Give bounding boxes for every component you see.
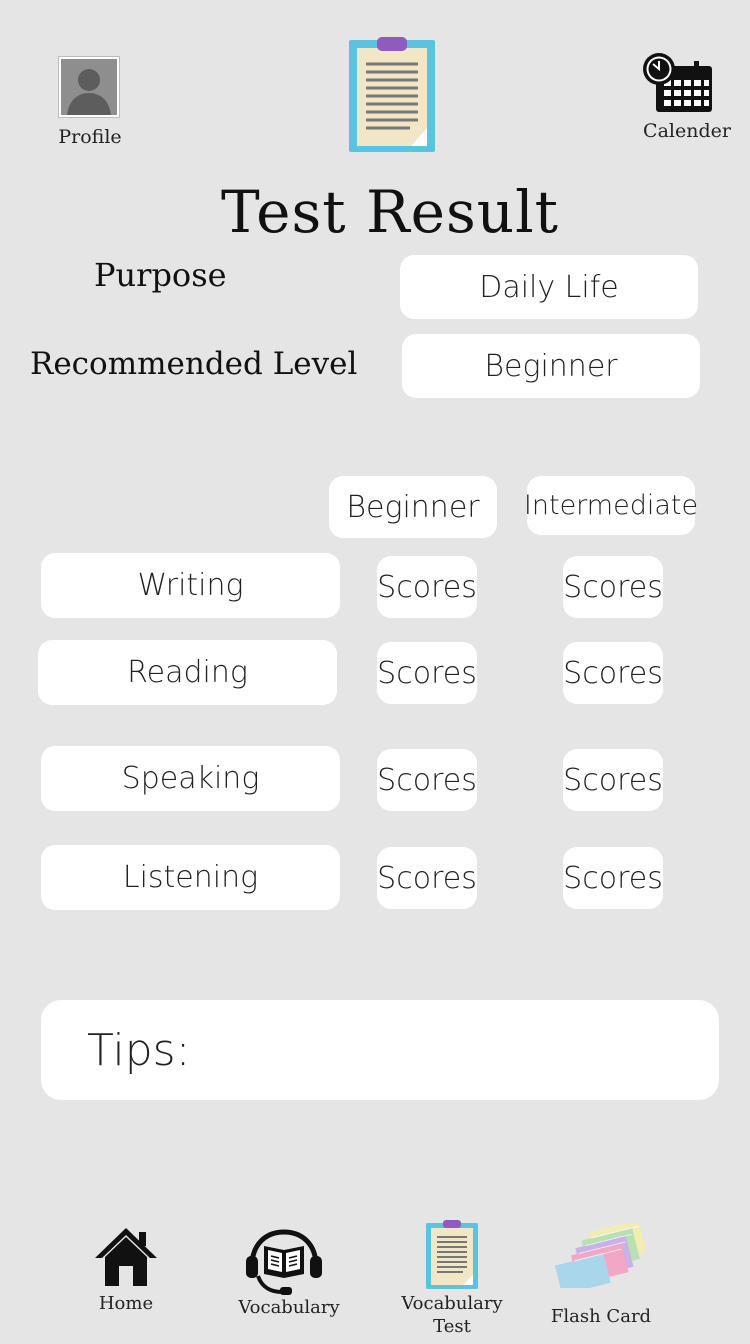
tips-label: Tips: <box>87 1024 191 1076</box>
calendar-label: Calender <box>643 120 731 142</box>
skill-writing: Writing <box>41 553 340 618</box>
page-title: Test Result <box>221 178 559 246</box>
calendar-button[interactable]: Calender <box>640 52 734 148</box>
score-reading-intermediate: Scores <box>563 642 663 704</box>
calendar-icon <box>643 53 712 112</box>
score-speaking-intermediate: Scores <box>563 749 663 811</box>
nav-item-home[interactable]: Home <box>86 1222 166 1322</box>
profile-button[interactable]: Profile <box>52 56 128 156</box>
nav-flash-card-label: Flash Card <box>550 1306 652 1327</box>
nav-home-label: Home <box>98 1293 154 1314</box>
column-header-intermediate: Intermediate <box>524 476 698 535</box>
profile-label: Profile <box>58 126 122 148</box>
audiobook-headset-icon <box>246 1229 322 1295</box>
nav-item-flash-card[interactable]: Flash Card <box>546 1224 656 1334</box>
score-reading-beginner: Scores <box>377 642 477 704</box>
nav-vocabulary-test-label: Vocabulary Test <box>401 1293 503 1337</box>
tips-box: Tips: <box>41 1000 719 1100</box>
avatar <box>58 56 120 118</box>
skill-listening: Listening <box>41 845 340 910</box>
skill-reading: Reading <box>38 640 337 705</box>
score-writing-intermediate: Scores <box>563 556 663 618</box>
score-writing-beginner: Scores <box>377 556 477 618</box>
flash-cards-icon <box>554 1224 647 1288</box>
clipboard-icon <box>426 1220 478 1289</box>
score-listening-beginner: Scores <box>377 847 477 909</box>
nav-item-vocabulary-test[interactable]: Vocabulary Test <box>396 1220 508 1340</box>
nav-item-vocabulary[interactable]: Vocabulary <box>234 1226 344 1326</box>
column-header-beginner: Beginner <box>329 476 497 538</box>
home-icon <box>95 1228 157 1286</box>
score-listening-intermediate: Scores <box>563 847 663 909</box>
score-speaking-beginner: Scores <box>377 749 477 811</box>
nav-vocabulary-label: Vocabulary <box>238 1297 340 1318</box>
purpose-value: Daily Life <box>400 255 698 319</box>
recommended-level-value: Beginner <box>402 334 700 398</box>
user-silhouette-icon <box>61 59 117 115</box>
purpose-label: Purpose <box>94 256 227 294</box>
header-clipboard-icon <box>348 36 438 154</box>
recommended-level-label: Recommended Level <box>30 346 358 382</box>
skill-speaking: Speaking <box>41 746 340 811</box>
